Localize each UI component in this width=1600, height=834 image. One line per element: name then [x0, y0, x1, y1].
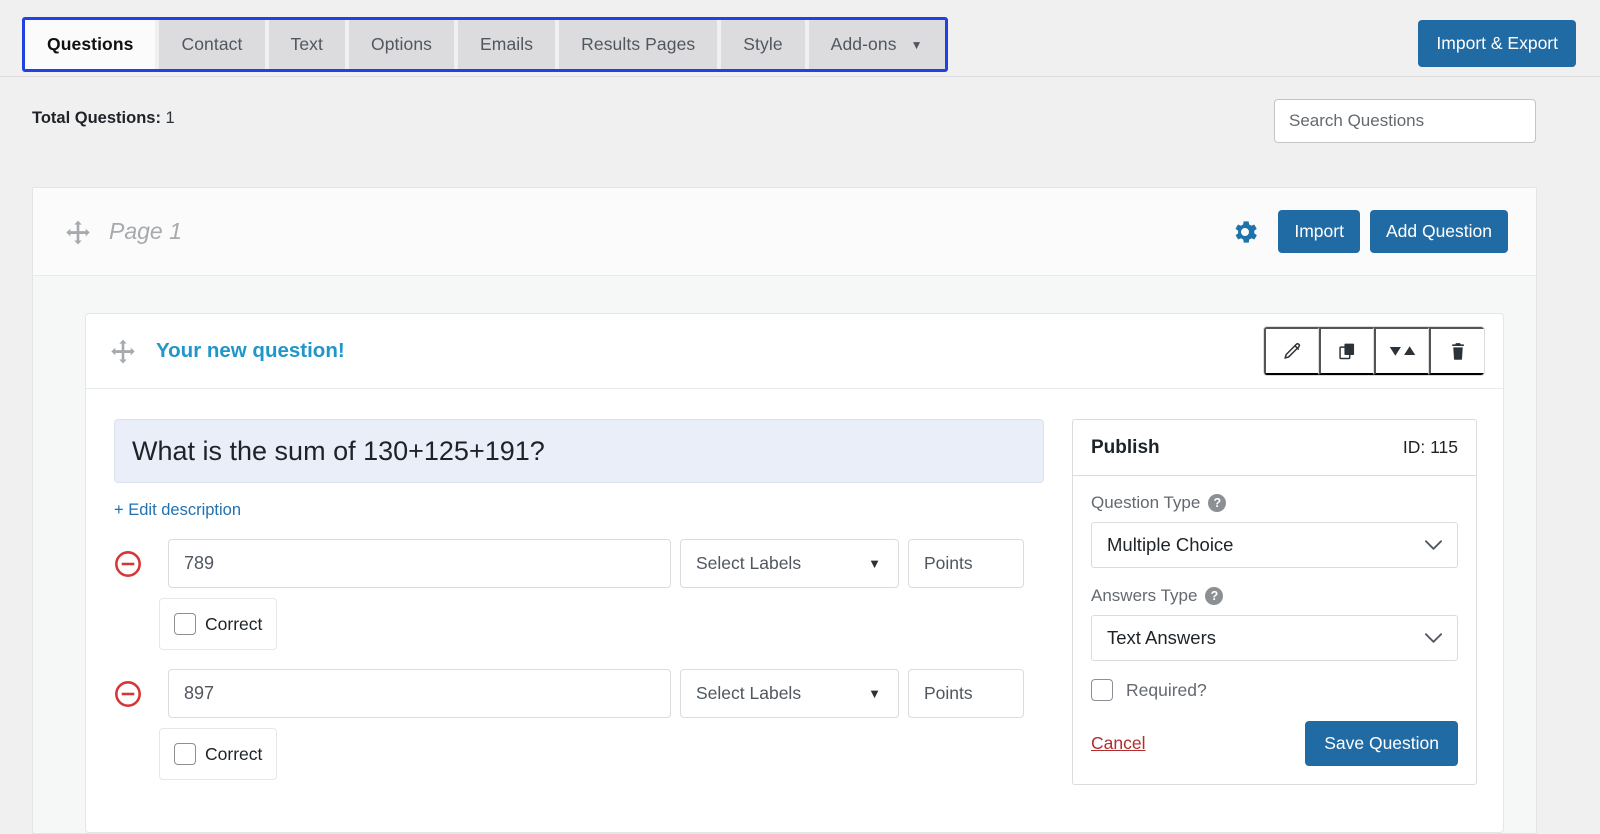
required-label: Required?: [1126, 679, 1207, 700]
select-labels-value: Select Labels: [696, 553, 802, 573]
question-card: Your new question! What is the sum of 13…: [85, 313, 1504, 833]
tab-text[interactable]: Text: [268, 20, 349, 69]
page-card: Page 1 Import Add Question Your new ques…: [32, 187, 1537, 834]
remove-answer-button[interactable]: [114, 680, 142, 708]
publish-title: Publish: [1091, 436, 1160, 458]
delete-question-button[interactable]: [1429, 327, 1484, 375]
total-questions: Total Questions: 1: [32, 109, 175, 128]
correct-checkbox[interactable]: [174, 743, 196, 765]
tab-label: Options: [371, 34, 433, 54]
total-questions-count: 1: [165, 109, 175, 127]
remove-answer-button[interactable]: [114, 550, 142, 578]
chevron-down-icon: ▼: [910, 37, 923, 52]
chevron-down-icon: [1424, 539, 1443, 551]
edit-question-button[interactable]: [1264, 327, 1319, 375]
tab-options[interactable]: Options: [349, 20, 459, 69]
question-type-label: Question Type: [1091, 493, 1201, 512]
tab-label: Emails: [480, 34, 534, 54]
tab-style[interactable]: Style: [721, 20, 809, 69]
answer-list: Select Labels ▼ Correct Select Labels ▼ Corre…: [114, 539, 1044, 780]
chevron-down-icon: ▼: [868, 556, 881, 571]
correct-label: Correct: [205, 743, 263, 764]
answers-type-label-row: Answers Type ?: [1091, 586, 1458, 606]
answers-type-select[interactable]: Text Answers: [1091, 615, 1458, 661]
answer-row: Select Labels ▼: [114, 669, 1044, 718]
save-question-button[interactable]: Save Question: [1305, 721, 1458, 766]
tab-label: Contact: [181, 34, 243, 54]
publish-panel-body: Question Type ? Multiple Choice Answers …: [1073, 476, 1476, 784]
publish-footer: Cancel Save Question: [1091, 721, 1458, 766]
publish-panel-header: Publish ID: 115: [1073, 420, 1476, 476]
search-input[interactable]: [1274, 99, 1536, 143]
answer-points-input[interactable]: [908, 539, 1024, 588]
correct-label: Correct: [205, 613, 263, 634]
question-title-input[interactable]: [114, 419, 1044, 483]
cancel-link[interactable]: Cancel: [1091, 733, 1145, 754]
page-title: Page 1: [109, 218, 182, 244]
duplicate-question-button[interactable]: [1319, 327, 1374, 375]
question-editor-column: + Edit description Select Labels ▼ Correct…: [114, 419, 1044, 785]
select-labels-dropdown[interactable]: Select Labels ▼: [680, 539, 899, 588]
page-card-header: Page 1 Import Add Question: [33, 188, 1536, 276]
answer-text-input[interactable]: [168, 539, 671, 588]
tab-label: Add-ons: [830, 34, 897, 54]
page-import-button[interactable]: Import: [1278, 210, 1360, 253]
required-checkbox-row[interactable]: Required?: [1091, 679, 1458, 701]
edit-description-link[interactable]: + Edit description: [114, 501, 241, 520]
answers-type-help-icon[interactable]: ?: [1205, 587, 1224, 605]
publish-panel: Publish ID: 115 Question Type ? Multiple…: [1072, 419, 1477, 785]
tab-label: Text: [290, 34, 323, 54]
move-icon[interactable]: [65, 219, 91, 245]
question-type-help-icon[interactable]: ?: [1208, 494, 1227, 512]
top-tab-bar: Questions Contact Text Options Emails Results…: [0, 0, 1600, 76]
import-export-button[interactable]: Import & Export: [1418, 20, 1576, 67]
question-id-label: ID: 115: [1402, 437, 1458, 457]
tab-results-pages[interactable]: Results Pages: [559, 20, 722, 69]
answer-points-input[interactable]: [908, 669, 1024, 718]
total-questions-label: Total Questions:: [32, 109, 161, 127]
question-action-group: [1263, 326, 1485, 376]
publish-column: Publish ID: 115 Question Type ? Multiple…: [1072, 419, 1477, 785]
gear-icon[interactable]: [1228, 215, 1262, 249]
select-labels-value: Select Labels: [696, 683, 802, 703]
question-header-title[interactable]: Your new question!: [156, 339, 345, 363]
correct-checkbox-row[interactable]: Correct: [159, 728, 277, 780]
required-checkbox[interactable]: [1091, 679, 1113, 701]
tab-label: Results Pages: [581, 34, 696, 54]
question-type-label-row: Question Type ?: [1091, 493, 1458, 513]
question-card-header: Your new question!: [86, 314, 1503, 389]
question-type-select[interactable]: Multiple Choice: [1091, 522, 1458, 568]
tab-emails[interactable]: Emails: [458, 20, 560, 69]
answer-text-input[interactable]: [168, 669, 671, 718]
sub-header: Total Questions: 1: [0, 77, 1600, 165]
answers-type-value: Text Answers: [1107, 627, 1216, 648]
correct-checkbox-row[interactable]: Correct: [159, 598, 277, 650]
chevron-down-icon: [1424, 632, 1443, 644]
tab-questions[interactable]: Questions: [25, 20, 160, 69]
chevron-down-icon: ▼: [868, 686, 881, 701]
correct-checkbox[interactable]: [174, 613, 196, 635]
tab-add-ons[interactable]: Add-ons ▼: [808, 20, 945, 69]
tab-label: Questions: [47, 34, 134, 54]
tab-label: Style: [743, 34, 783, 54]
question-move-icon[interactable]: [110, 338, 136, 364]
tab-contact[interactable]: Contact: [159, 20, 269, 69]
add-question-button[interactable]: Add Question: [1369, 210, 1508, 253]
answers-type-label: Answers Type: [1091, 586, 1198, 605]
select-labels-dropdown[interactable]: Select Labels ▼: [680, 669, 899, 718]
question-body: + Edit description Select Labels ▼ Correct…: [86, 389, 1503, 785]
tab-list: Questions Contact Text Options Emails Results…: [22, 17, 948, 72]
sort-question-button[interactable]: [1374, 327, 1429, 375]
question-type-value: Multiple Choice: [1107, 534, 1234, 555]
answer-row: Select Labels ▼: [114, 539, 1044, 588]
